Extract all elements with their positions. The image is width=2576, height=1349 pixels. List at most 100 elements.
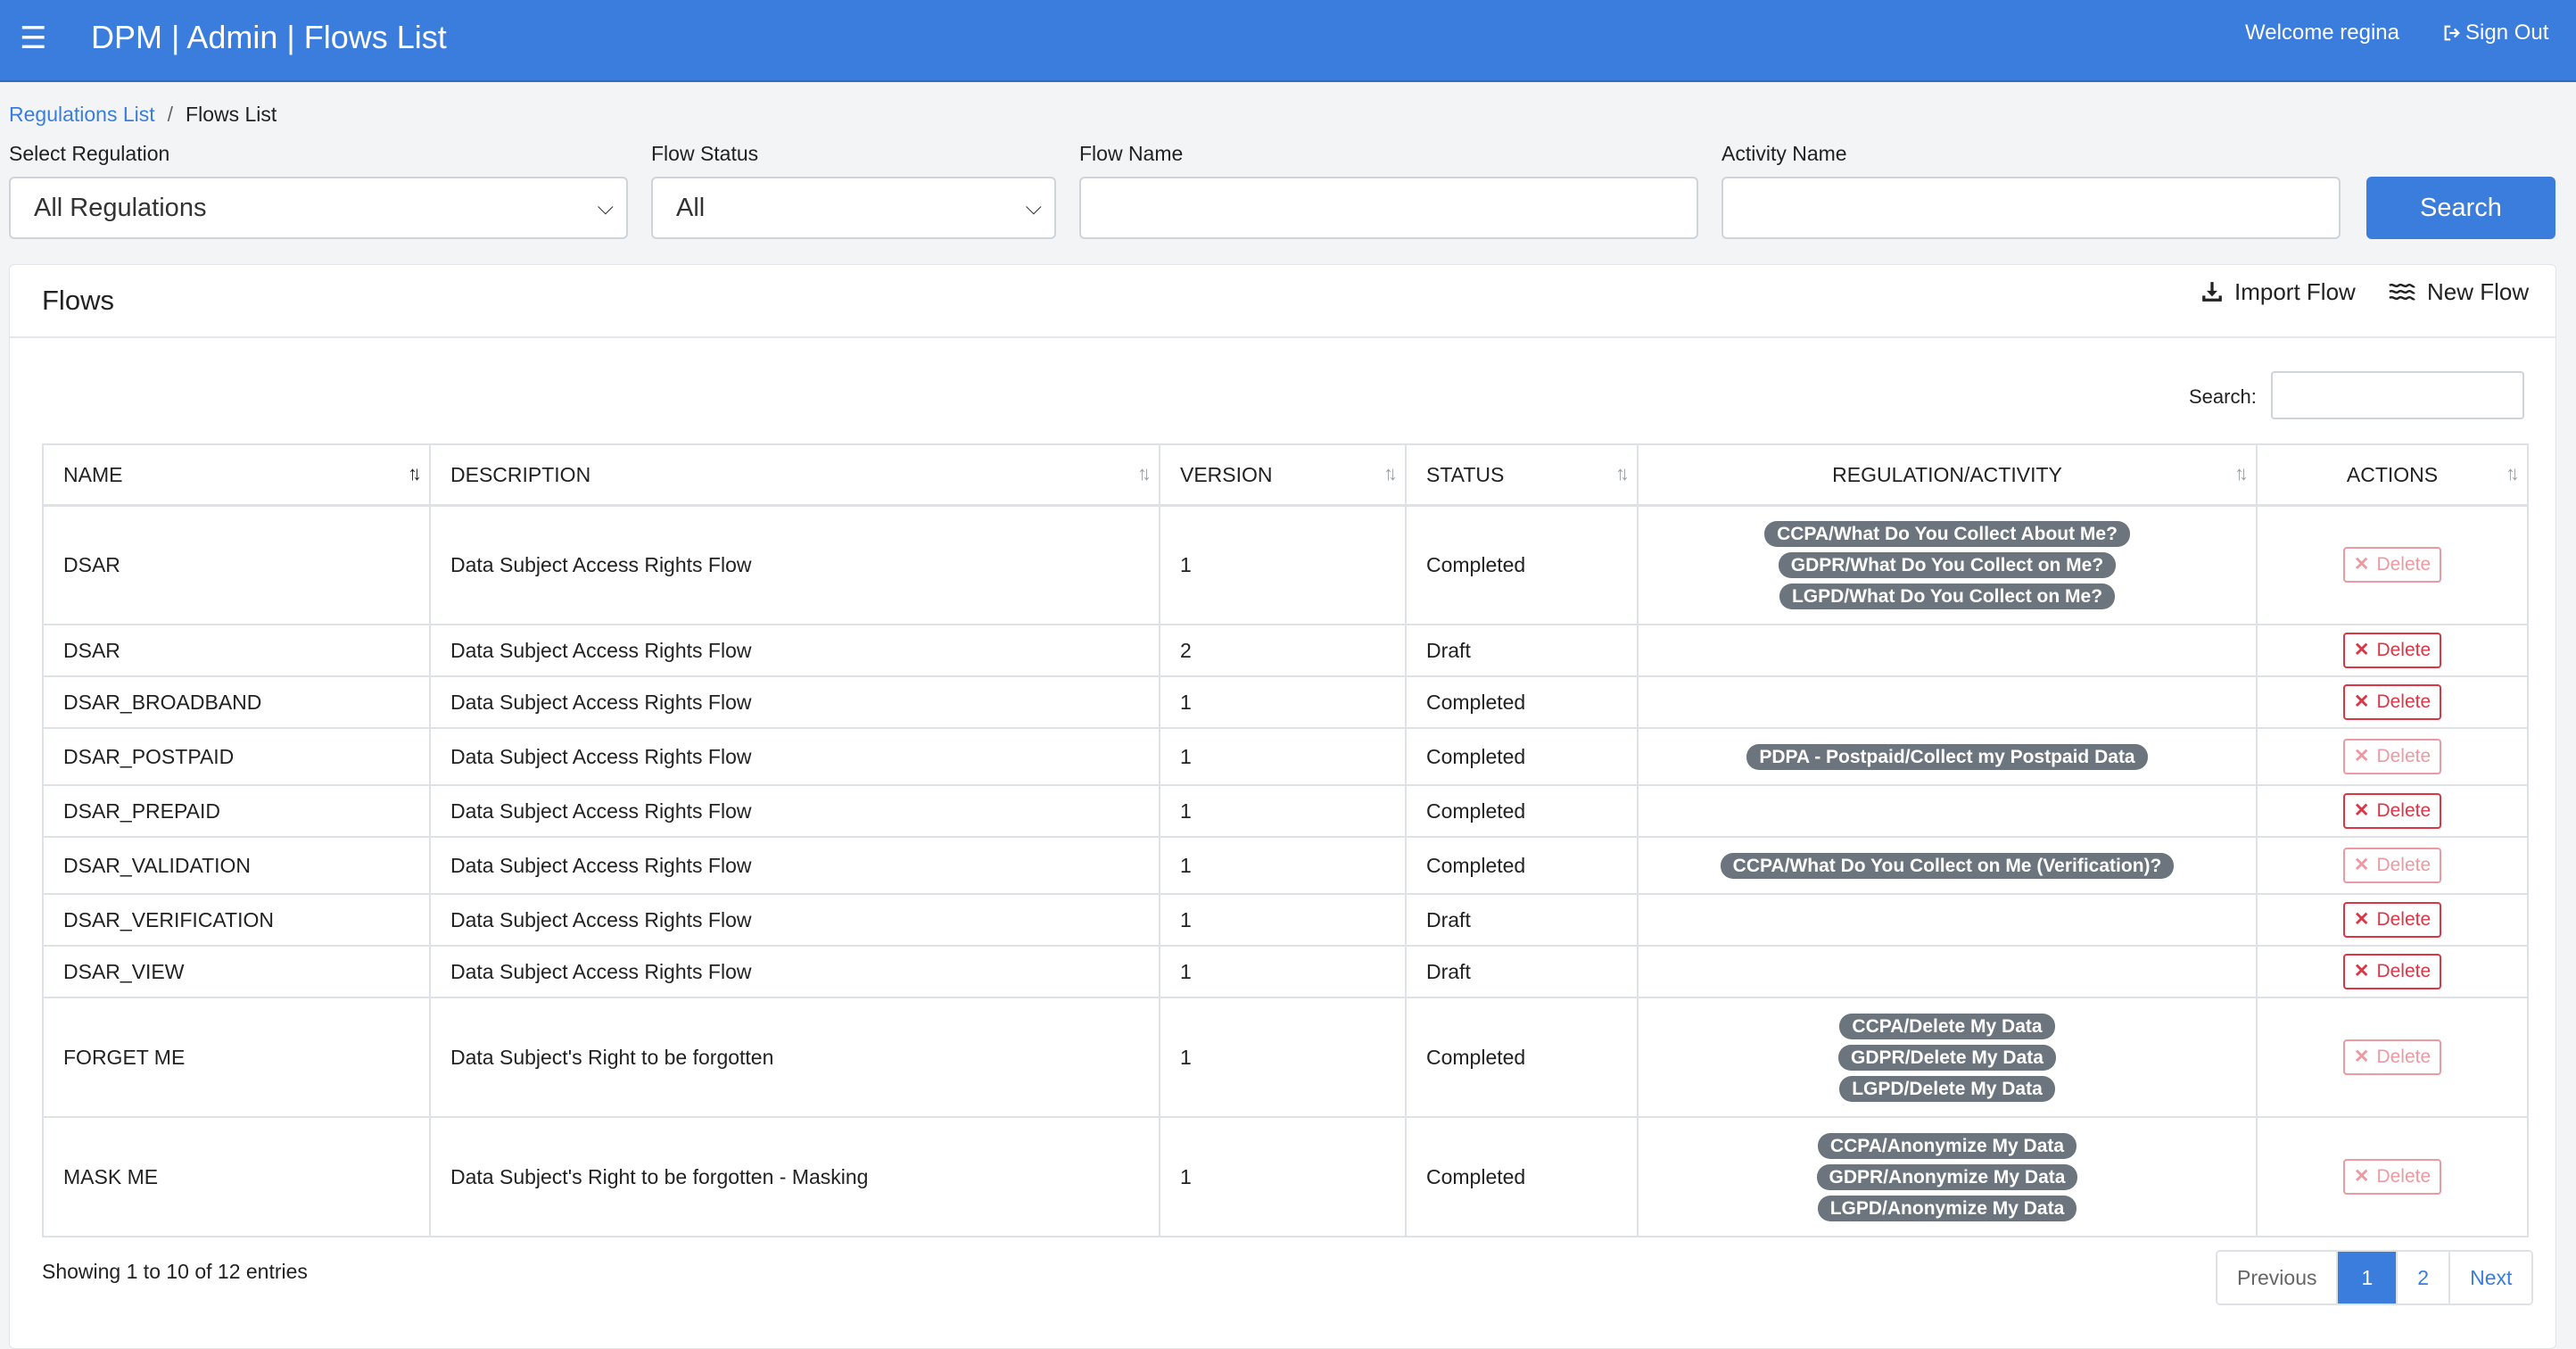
- delete-label: Delete: [2376, 691, 2432, 712]
- cell-name: DSAR_PREPAID: [42, 784, 431, 838]
- search-button[interactable]: Search: [2366, 177, 2555, 239]
- import-flow-button[interactable]: Import Flow: [2200, 277, 2356, 306]
- cell-regulation-activity: CCPA/Anonymize My Data GDPR/Anonymize My …: [1637, 1116, 2258, 1237]
- top-navbar: ☰ DPM | Admin | Flows List Welcome regin…: [0, 0, 2576, 82]
- close-icon: ✕: [2353, 855, 2370, 875]
- table-row: DSAR_BROADBAND Data Subject Access Rights…: [42, 675, 2529, 729]
- page-2-button[interactable]: 2: [2396, 1252, 2449, 1303]
- cell-version: 1: [1159, 997, 1407, 1118]
- cell-name: DSAR_VALIDATION: [42, 836, 431, 895]
- sort-icon: ↑↓: [1615, 462, 1630, 484]
- cell-description: Data Subject Access Rights Flow: [429, 945, 1160, 998]
- cell-regulation-activity: CCPA/What Do You Collect on Me (Verifica…: [1637, 836, 2258, 895]
- column-header-regulation[interactable]: REGULATION/ACTIVITY ↑↓: [1637, 443, 2258, 507]
- close-icon: ✕: [2353, 909, 2370, 930]
- chevron-down-icon: ⌵: [597, 195, 614, 219]
- cell-version: 2: [1159, 624, 1407, 677]
- table-row: DSAR_VALIDATION Data Subject Access Right…: [42, 836, 2529, 895]
- breadcrumb-regulations-link[interactable]: Regulations List: [9, 101, 155, 128]
- table-search-input[interactable]: [2271, 371, 2524, 419]
- hamburger-icon[interactable]: ☰: [20, 23, 46, 54]
- column-header-status[interactable]: STATUS ↑↓: [1405, 443, 1639, 507]
- close-icon: ✕: [2353, 746, 2370, 766]
- cell-version: 1: [1159, 504, 1407, 625]
- cell-description: Data Subject Access Rights Flow: [429, 784, 1160, 838]
- page-previous-button[interactable]: Previous: [2217, 1252, 2337, 1303]
- cell-version: 1: [1159, 836, 1407, 895]
- cell-status: Completed: [1405, 836, 1639, 895]
- delete-label: Delete: [2376, 909, 2432, 930]
- cell-status: Completed: [1405, 675, 1639, 729]
- cell-version: 1: [1159, 1116, 1407, 1237]
- column-version-label: VERSION: [1180, 462, 1273, 486]
- cell-description: Data Subject Access Rights Flow: [429, 836, 1160, 895]
- cell-status: Completed: [1405, 504, 1639, 625]
- cell-regulation-activity: PDPA - Postpaid/Collect my Postpaid Data: [1637, 727, 2258, 786]
- cell-actions: ✕ Delete: [2256, 675, 2529, 729]
- delete-button: ✕ Delete: [2342, 1039, 2442, 1075]
- cell-status: Draft: [1405, 624, 1639, 677]
- delete-label: Delete: [2376, 855, 2432, 875]
- cell-actions: ✕ Delete: [2256, 784, 2529, 838]
- flow-status-select[interactable]: All ⌵: [651, 177, 1056, 239]
- delete-button[interactable]: ✕ Delete: [2342, 902, 2442, 938]
- cell-description: Data Subject Access Rights Flow: [429, 504, 1160, 625]
- regulation-tags: CCPA/What Do You Collect on Me (Verifica…: [1658, 852, 2236, 879]
- column-header-version[interactable]: VERSION ↑↓: [1159, 443, 1407, 507]
- new-flow-label: New Flow: [2427, 278, 2530, 305]
- sign-out-link[interactable]: Sign Out: [2442, 20, 2548, 46]
- cell-description: Data Subject Access Rights Flow: [429, 624, 1160, 677]
- page-next-button[interactable]: Next: [2448, 1252, 2532, 1303]
- new-flow-button[interactable]: New Flow: [2388, 277, 2529, 306]
- close-icon: ✕: [2353, 640, 2370, 660]
- delete-label: Delete: [2376, 640, 2432, 660]
- cell-version: 1: [1159, 945, 1407, 998]
- cell-actions: ✕ Delete: [2256, 727, 2529, 786]
- delete-button[interactable]: ✕ Delete: [2342, 633, 2442, 668]
- regulation-select[interactable]: All Regulations ⌵: [9, 177, 628, 239]
- sign-out-label: Sign Out: [2465, 21, 2549, 45]
- column-header-actions[interactable]: ACTIONS ↑↓: [2256, 443, 2529, 507]
- sort-icon: ↑↓: [1137, 462, 1152, 484]
- column-header-name[interactable]: NAME ↑↓: [42, 443, 431, 507]
- breadcrumb-separator: /: [167, 103, 174, 126]
- cell-version: 1: [1159, 675, 1407, 729]
- cell-name: DSAR_POSTPAID: [42, 727, 431, 786]
- cell-actions: ✕ Delete: [2256, 624, 2529, 677]
- activity-name-input[interactable]: [1721, 177, 2341, 239]
- close-icon: ✕: [2353, 961, 2370, 981]
- cell-status: Draft: [1405, 893, 1639, 947]
- regulation-badge: GDPR/Anonymize My Data: [1816, 1163, 2078, 1190]
- close-icon: ✕: [2353, 1166, 2370, 1187]
- sort-asc-icon: ↑↓: [408, 462, 422, 484]
- cell-actions: ✕ Delete: [2256, 836, 2529, 895]
- delete-button: ✕ Delete: [2342, 1159, 2442, 1195]
- table-body: DSAR Data Subject Access Rights Flow 1 Comp…: [42, 504, 2529, 1237]
- regulation-tags: CCPA/Delete My Data GDPR/Delete My Data LG…: [1658, 1013, 2236, 1102]
- page-1-button[interactable]: 1: [2336, 1252, 2397, 1303]
- cell-actions: ✕ Delete: [2256, 945, 2529, 998]
- column-header-description[interactable]: DESCRIPTION ↑↓: [429, 443, 1160, 507]
- regulation-tags: CCPA/Anonymize My Data GDPR/Anonymize My …: [1658, 1132, 2236, 1221]
- sort-icon: ↑↓: [2234, 462, 2249, 484]
- close-icon: ✕: [2353, 800, 2370, 821]
- delete-button[interactable]: ✕ Delete: [2342, 954, 2442, 989]
- table-row: MASK ME Data Subject's Right to be forgot…: [42, 1116, 2529, 1237]
- flow-name-input[interactable]: [1079, 177, 1698, 239]
- regulation-badge: LGPD/What Do You Collect on Me?: [1779, 583, 2116, 609]
- cell-version: 1: [1159, 727, 1407, 786]
- regulation-badge: CCPA/Delete My Data: [1839, 1013, 2055, 1039]
- flows-card: Flows Import Flow New Flow Search: NAME ↑…: [9, 264, 2556, 1349]
- regulation-badge: LGPD/Delete My Data: [1839, 1075, 2055, 1102]
- close-icon: ✕: [2353, 1047, 2370, 1067]
- delete-button: ✕ Delete: [2342, 848, 2442, 883]
- new-flow-icon: [2389, 283, 2415, 301]
- delete-button[interactable]: ✕ Delete: [2342, 684, 2442, 720]
- card-header: Flows Import Flow New Flow: [10, 265, 2555, 338]
- delete-button[interactable]: ✕ Delete: [2342, 793, 2442, 829]
- card-title: Flows: [42, 285, 114, 316]
- regulation-tags: CCPA/What Do You Collect About Me? GDPR/W…: [1658, 520, 2236, 609]
- cell-status: Completed: [1405, 997, 1639, 1118]
- table-search-label: Search:: [2189, 385, 2257, 408]
- cell-name: DSAR: [42, 624, 431, 677]
